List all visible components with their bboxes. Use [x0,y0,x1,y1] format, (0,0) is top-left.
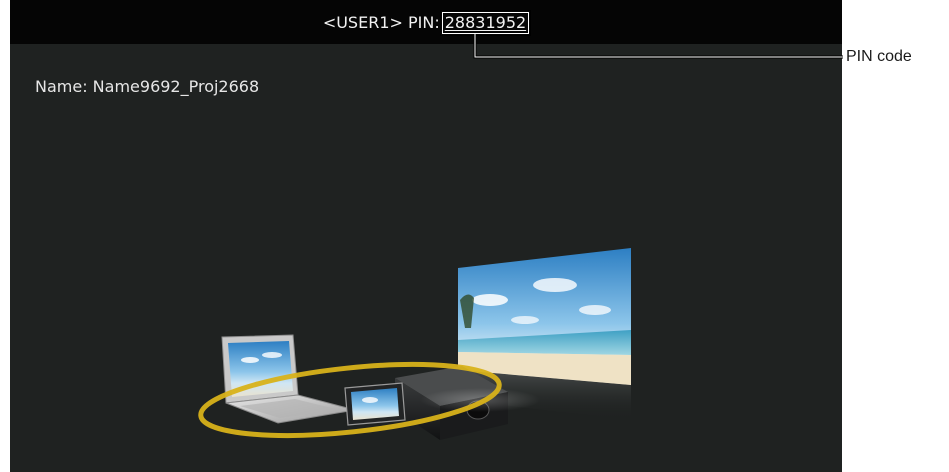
projector-screen: <USER1> PIN: 28831952 Name: Name9692_Proj… [10,0,842,472]
pin-code-callout-label: PIN code [846,48,912,65]
smartphone-device [344,382,406,426]
connection-illustration [198,248,631,440]
